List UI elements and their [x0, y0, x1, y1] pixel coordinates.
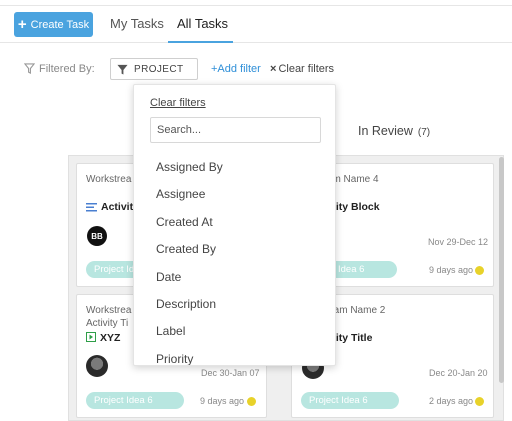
column-title: In Review	[358, 124, 413, 138]
create-task-label: Create Task	[30, 18, 90, 31]
filter-option-priority[interactable]: Priority	[156, 352, 193, 365]
card-workstream: Workstrea	[86, 174, 132, 185]
status-dot	[475, 397, 484, 406]
filter-option-created-at[interactable]: Created At	[156, 215, 213, 229]
card-subtitle: Activity Ti	[86, 318, 129, 329]
column-header-in-review: In Review (7)	[358, 124, 430, 138]
status-dot	[475, 266, 484, 275]
board-scrollbar[interactable]	[499, 157, 504, 383]
filter-search-input[interactable]	[150, 117, 321, 143]
card-date-range: Nov 29-Dec 12	[428, 237, 489, 247]
create-task-button[interactable]: + Create Task	[14, 12, 93, 37]
list-icon	[86, 203, 97, 212]
card-updated-ago: 9 days ago	[429, 265, 474, 275]
active-tab-indicator	[168, 41, 233, 43]
filter-option-created-by[interactable]: Created By	[156, 242, 216, 256]
card-date-range: Dec 20-Jan 20	[429, 368, 488, 378]
card-title: vity Block	[330, 201, 380, 213]
filter-option-label[interactable]: Label	[156, 324, 185, 338]
top-bar	[0, 0, 512, 6]
card-title: vity Title	[330, 332, 373, 344]
filter-option-description[interactable]: Description	[156, 297, 216, 311]
project-filter-chip[interactable]: PROJECT	[110, 58, 198, 80]
tab-all-tasks[interactable]: All Tasks	[177, 16, 228, 31]
add-filter-link[interactable]: +Add filter	[211, 63, 261, 75]
avatar: BB	[87, 226, 107, 246]
filter-option-date[interactable]: Date	[156, 270, 181, 284]
card-updated-ago: 2 days ago	[429, 396, 474, 406]
status-dot	[247, 397, 256, 406]
card-workstream: Workstrea	[86, 305, 132, 316]
project-badge: Project Idea 6	[86, 392, 184, 409]
filter-dropdown: Clear filters Assigned By Assignee Creat…	[133, 84, 336, 366]
card-date-range: Dec 30-Jan 07	[201, 368, 260, 378]
filter-option-assignee[interactable]: Assignee	[156, 187, 205, 201]
project-filter-label: PROJECT	[134, 63, 184, 75]
project-badge: Project Idea 6	[301, 392, 399, 409]
clear-filters-link[interactable]: × Clear filters	[270, 63, 334, 75]
column-count: (7)	[417, 127, 431, 138]
funnel-icon	[117, 64, 128, 75]
close-icon: ×	[270, 63, 277, 75]
clear-filters-label: Clear filters	[278, 63, 335, 75]
filtered-by-label: Filtered By:	[39, 63, 95, 75]
card-updated-ago: 9 days ago	[200, 396, 245, 406]
card-title: XYZ	[100, 332, 121, 344]
play-icon	[86, 332, 96, 342]
tabs-divider	[0, 42, 512, 43]
avatar	[86, 355, 108, 377]
dropdown-clear-filters[interactable]: Clear filters	[150, 97, 206, 109]
filter-option-assigned-by[interactable]: Assigned By	[156, 160, 223, 174]
tab-my-tasks[interactable]: My Tasks	[110, 16, 164, 31]
filter-icon	[24, 63, 35, 74]
plus-icon: +	[17, 16, 27, 33]
